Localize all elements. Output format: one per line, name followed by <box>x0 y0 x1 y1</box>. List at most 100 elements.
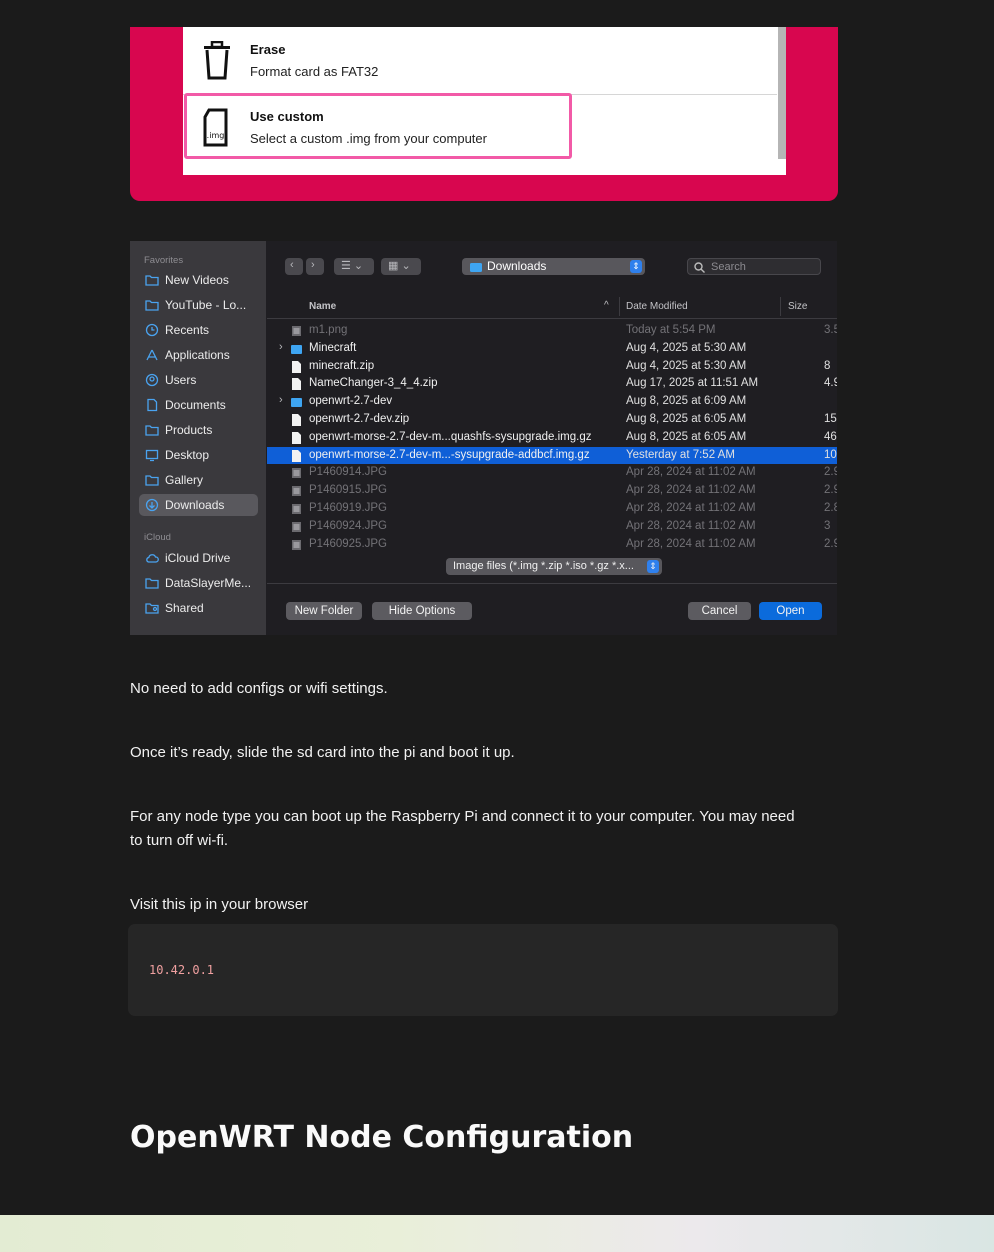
date-column-header[interactable]: Date Modified <box>626 301 688 312</box>
erase-title: Erase <box>250 42 286 57</box>
sidebar-item-label: Gallery <box>165 473 204 487</box>
list-scrollbar[interactable] <box>778 27 786 159</box>
cancel-button[interactable]: Cancel <box>688 602 751 620</box>
code-block: 10.42.0.1 <box>128 924 838 1016</box>
file-date: Aug 4, 2025 at 5:30 AM <box>626 359 747 372</box>
file-name: openwrt-morse-2.7-dev-m...quashfs-sysupg… <box>309 430 592 443</box>
sidebar-item-recents[interactable]: Recents <box>139 319 258 341</box>
os-option-list: Erase Format card as FAT32 .img Use cust… <box>183 27 786 175</box>
file-date: Aug 17, 2025 at 11:51 AM <box>626 377 759 390</box>
sidebar-item-downloads[interactable]: Downloads <box>139 494 258 516</box>
sidebar-item-new-videos[interactable]: New Videos <box>139 269 258 291</box>
file-row: P1460915.JPG Apr 28, 2024 at 11:02 AM 2.9 <box>267 482 837 500</box>
file-size: 3 <box>824 519 831 532</box>
dialog-sidebar: Favorites New Videos YouTube - Lo... Recen… <box>130 241 266 635</box>
search-field[interactable]: Search <box>687 258 821 275</box>
file-size: 46 <box>824 430 837 443</box>
sidebar-item-label: Applications <box>165 348 230 362</box>
back-button[interactable]: ‹ <box>285 258 303 275</box>
sidebar-item-label: Users <box>165 373 197 387</box>
file-row: P1460914.JPG Apr 28, 2024 at 11:02 AM 2.9 <box>267 464 837 482</box>
sidebar-item-dataslayerme[interactable]: DataSlayerMe... <box>139 572 258 594</box>
file-size: 2.8 <box>824 501 837 514</box>
sidebar-item-products[interactable]: Products <box>139 419 258 441</box>
file-type-filter-label: Image files (*.img *.zip *.iso *.gz *.x.… <box>453 560 634 572</box>
file-row[interactable]: › Minecraft Aug 4, 2025 at 5:30 AM <box>267 340 837 358</box>
document-icon <box>147 398 158 412</box>
file-row[interactable]: openwrt-morse-2.7-dev-m...quashfs-sysupg… <box>267 429 837 447</box>
paragraph-connect-computer: For any node type you can boot up the Ra… <box>130 808 795 849</box>
sidebar-item-label: Desktop <box>165 448 210 462</box>
sidebar-item-icloud-drive[interactable]: iCloud Drive <box>139 547 258 569</box>
sidebar-item-youtube-lo[interactable]: YouTube - Lo... <box>139 294 258 316</box>
document-icon <box>292 378 301 391</box>
file-size: 102.4 <box>824 448 837 461</box>
disclosure-chevron-icon[interactable]: › <box>279 341 283 353</box>
folder-icon <box>470 263 482 272</box>
folder-icon <box>291 344 302 354</box>
sidebar-item-label: Products <box>165 423 213 437</box>
file-size: 3.5 <box>824 324 837 336</box>
document-icon <box>292 413 301 426</box>
sidebar-item-desktop[interactable]: Desktop <box>139 444 258 466</box>
new-folder-button[interactable]: New Folder <box>286 602 362 620</box>
file-date: Today at 5:54 PM <box>626 324 716 336</box>
favorites-section-label: Favorites <box>144 255 184 266</box>
paragraph-boot-pi: Once it’s ready, slide the sd card into … <box>130 744 515 761</box>
name-column-header[interactable]: Name <box>309 301 336 312</box>
open-button[interactable]: Open <box>759 602 822 620</box>
file-size: 4.9 <box>824 377 837 390</box>
sidebar-item-label: Shared <box>165 601 204 615</box>
file-name: minecraft.zip <box>309 359 375 372</box>
location-popup[interactable]: Downloads ⇕ <box>462 258 645 275</box>
sidebar-item-applications[interactable]: Applications <box>139 344 258 366</box>
hide-options-button[interactable]: Hide Options <box>372 602 472 620</box>
sidebar-item-label: Documents <box>165 398 226 412</box>
folder-icon <box>145 578 159 589</box>
file-date: Yesterday at 7:52 AM <box>626 448 735 461</box>
sidebar-item-label: YouTube - Lo... <box>165 298 247 312</box>
file-date: Apr 28, 2024 at 11:02 AM <box>626 519 756 532</box>
list-view-button[interactable]: ☰ ⌄ <box>334 258 374 275</box>
sidebar-item-users[interactable]: Users <box>139 369 258 391</box>
folder-icon <box>145 425 159 436</box>
file-list: m1.png Today at 5:54 PM 3.5 › Minecraft Aug 4… <box>267 322 837 553</box>
file-size: 2.9 <box>824 466 837 479</box>
image-file-icon <box>292 326 301 336</box>
search-icon <box>694 262 705 273</box>
file-date: Apr 28, 2024 at 11:02 AM <box>626 484 756 497</box>
page-footer-band <box>0 1215 994 1252</box>
file-size: 2.9 <box>824 537 837 550</box>
file-row[interactable]: openwrt-morse-2.7-dev-m...-sysupgrade-ad… <box>267 446 837 465</box>
file-row: P1460919.JPG Apr 28, 2024 at 11:02 AM 2.8 <box>267 500 837 518</box>
file-row[interactable]: openwrt-2.7-dev.zip Aug 8, 2025 at 6:05 A… <box>267 411 837 429</box>
highlight-box <box>184 93 572 159</box>
file-row[interactable]: NameChanger-3_4_4.zip Aug 17, 2025 at 11:… <box>267 375 837 393</box>
image-file-icon <box>292 503 301 514</box>
file-date: Aug 8, 2025 at 6:09 AM <box>626 395 747 408</box>
file-row: P1460925.JPG Apr 28, 2024 at 11:02 AM 2.9 <box>267 536 837 554</box>
disclosure-chevron-icon[interactable]: › <box>279 394 283 406</box>
location-label: Downloads <box>487 259 547 273</box>
document-icon <box>292 431 301 444</box>
sidebar-item-shared[interactable]: Shared <box>139 597 258 619</box>
file-row[interactable]: minecraft.zip Aug 4, 2025 at 5:30 AM 8 <box>267 358 837 376</box>
paragraph-no-configs: No need to add configs or wifi settings. <box>130 680 388 697</box>
file-name: NameChanger-3_4_4.zip <box>309 377 438 390</box>
erase-option[interactable]: Erase Format card as FAT32 <box>183 27 773 93</box>
file-name: P1460919.JPG <box>309 501 388 514</box>
file-type-filter-popup[interactable]: Image files (*.img *.zip *.iso *.gz *.x.… <box>446 558 662 575</box>
folder-icon <box>145 300 159 311</box>
folder-icon <box>145 275 159 286</box>
file-row[interactable]: › openwrt-2.7-dev Aug 8, 2025 at 6:09 AM <box>267 393 837 411</box>
file-size: 15.3 <box>824 412 837 425</box>
trash-icon <box>204 41 230 80</box>
file-date: Apr 28, 2024 at 11:02 AM <box>626 501 756 514</box>
grid-view-button[interactable]: ▦ ⌄ <box>381 258 421 275</box>
size-column-header[interactable]: Size <box>788 301 807 312</box>
sidebar-item-documents[interactable]: Documents <box>139 394 258 416</box>
forward-button[interactable]: › <box>306 258 324 275</box>
sidebar-item-gallery[interactable]: Gallery <box>139 469 258 491</box>
updown-chevron-icon: ⇕ <box>647 560 659 573</box>
file-row: P1460924.JPG Apr 28, 2024 at 11:02 AM 3 <box>267 518 837 536</box>
